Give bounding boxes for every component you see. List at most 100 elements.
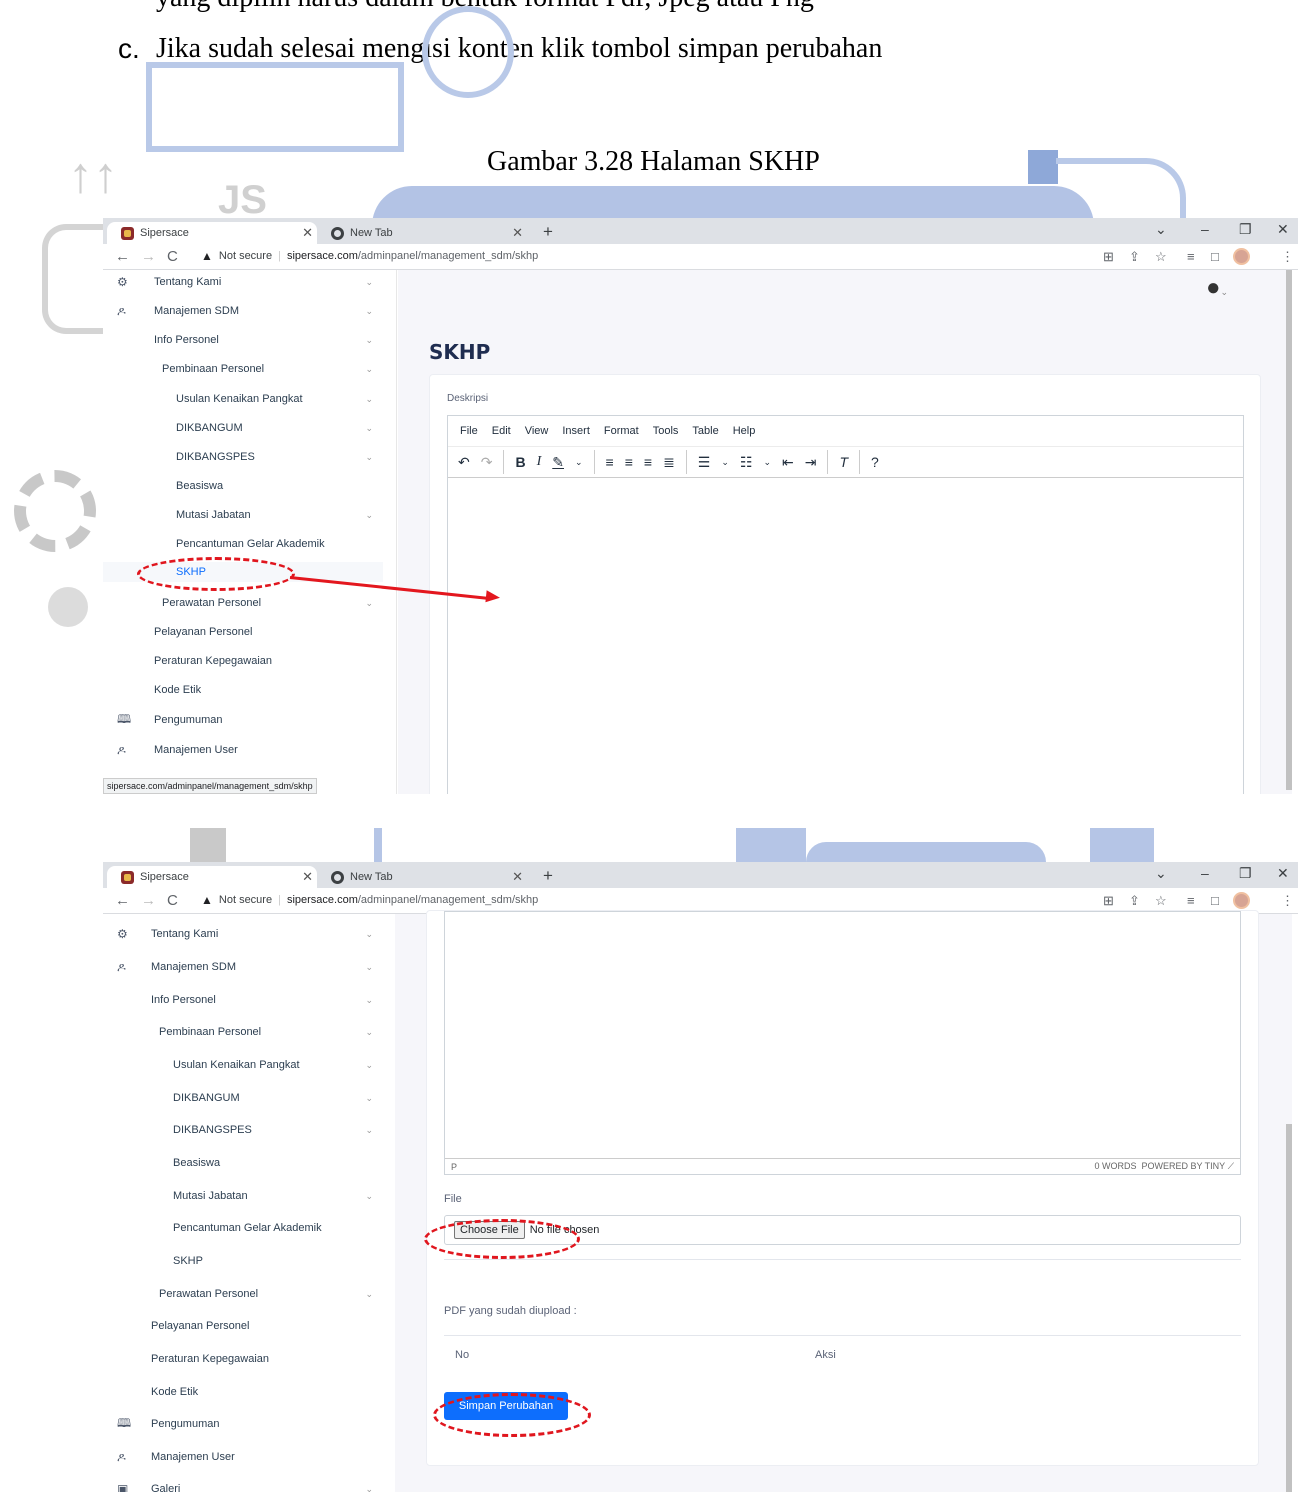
menu-dots-icon[interactable]: ⋮: [1281, 249, 1294, 265]
sidebar-item-dikbangspes[interactable]: DIKBANGSPES ⌄: [103, 449, 383, 465]
align-right-icon[interactable]: ≡: [644, 454, 652, 470]
tab-search-icon[interactable]: ⌄: [1155, 221, 1167, 238]
sidebar-item-galeri[interactable]: ▣ Galeri ⌄: [103, 1481, 383, 1492]
sidebar-item-manajemen-sdm[interactable]: ዶ Manajemen SDM ⌄: [103, 959, 383, 975]
reload-icon[interactable]: C: [167, 248, 178, 265]
sidebar-item-pembinaan-personel[interactable]: Pembinaan Personel ⌄: [103, 361, 383, 377]
resize-handle-icon[interactable]: ⟋: [1228, 1161, 1234, 1171]
align-justify-icon[interactable]: ≣: [663, 454, 675, 471]
bookmark-star-icon[interactable]: ☆: [1155, 893, 1167, 909]
menu-tools[interactable]: Tools: [653, 425, 679, 437]
sidebar-item-beasiswa[interactable]: Beasiswa: [103, 478, 383, 494]
back-icon[interactable]: ←: [115, 248, 130, 265]
indent-icon[interactable]: ⇥: [805, 454, 817, 471]
profile-avatar[interactable]: [1233, 248, 1250, 265]
undo-icon[interactable]: ↶: [458, 454, 470, 471]
sidebar-item-kode-etik[interactable]: Kode Etik: [103, 682, 383, 698]
italic-icon[interactable]: I: [537, 454, 542, 470]
close-window-icon[interactable]: ✕: [1277, 221, 1289, 238]
sidebar-item-pencantuman-gelar-akademik[interactable]: Pencantuman Gelar Akademik: [103, 1220, 383, 1236]
tab-sipersace[interactable]: Sipersace ✕: [107, 866, 317, 888]
outdent-icon[interactable]: ⇤: [782, 454, 794, 471]
restore-icon[interactable]: ❐: [1239, 221, 1252, 238]
tab-search-icon[interactable]: ⌄: [1155, 865, 1167, 882]
forward-icon[interactable]: →: [141, 248, 156, 265]
highlight-icon[interactable]: ✎: [552, 454, 564, 471]
side-panel-icon[interactable]: □: [1211, 249, 1219, 264]
sidebar-item-beasiswa[interactable]: Beasiswa: [103, 1155, 383, 1171]
powered-by-tiny[interactable]: POWERED BY TINY: [1141, 1161, 1225, 1171]
sidebar-item-dikbangum[interactable]: DIKBANGUM ⌄: [103, 420, 383, 436]
bullet-list-icon[interactable]: ☰: [698, 454, 711, 471]
menu-table[interactable]: Table: [692, 425, 718, 437]
align-left-icon[interactable]: ≡: [606, 454, 614, 470]
sidebar-item-skhp[interactable]: SKHP: [103, 1253, 383, 1269]
sidebar-item-peraturan-kepegawaian[interactable]: Peraturan Kepegawaian: [103, 653, 383, 669]
menu-format[interactable]: Format: [604, 425, 639, 437]
sidebar-item-tentang-kami[interactable]: ⚙ Tentang Kami ⌄: [103, 274, 383, 290]
share-icon[interactable]: ⇪: [1129, 249, 1140, 265]
new-tab-button[interactable]: +: [543, 222, 553, 242]
sidebar-item-manajemen-user[interactable]: ዶ Manajemen User: [103, 742, 383, 758]
reading-list-icon[interactable]: ≡: [1187, 893, 1195, 908]
profile-avatar[interactable]: [1233, 892, 1250, 909]
tab-new-tab[interactable]: New Tab ✕: [317, 222, 527, 244]
close-window-icon[interactable]: ✕: [1277, 865, 1289, 882]
sidebar-item-mutasi-jabatan[interactable]: Mutasi Jabatan ⌄: [103, 507, 383, 523]
sidebar-item-usulan-kenaikan-pangkat[interactable]: Usulan Kenaikan Pangkat ⌄: [103, 1057, 383, 1073]
align-center-icon[interactable]: ≡: [625, 454, 633, 470]
menu-file[interactable]: File: [460, 425, 478, 437]
restore-icon[interactable]: ❐: [1239, 865, 1252, 882]
sidebar-item-tentang-kami[interactable]: ⚙ Tentang Kami ⌄: [103, 926, 383, 942]
rich-text-editor[interactable]: P 0 WORDS POWERED BY TINY ⟋: [444, 911, 1241, 1175]
sidebar-item-usulan-kenaikan-pangkat[interactable]: Usulan Kenaikan Pangkat ⌄: [103, 391, 383, 407]
scrollbar[interactable]: [1286, 270, 1292, 790]
reading-list-icon[interactable]: ≡: [1187, 249, 1195, 264]
sidebar-item-dikbangspes[interactable]: DIKBANGSPES ⌄: [103, 1122, 383, 1138]
bold-icon[interactable]: B: [515, 454, 525, 470]
sidebar-item-pelayanan-personel[interactable]: Pelayanan Personel: [103, 624, 383, 640]
sidebar-item-peraturan-kepegawaian[interactable]: Peraturan Kepegawaian: [103, 1351, 383, 1367]
share-icon[interactable]: ⇪: [1129, 893, 1140, 909]
url-field[interactable]: ▲ Not secure | sipersace.com/adminpanel/man…: [201, 249, 538, 263]
menu-dots-icon[interactable]: ⋮: [1281, 893, 1294, 909]
translate-icon[interactable]: ⊞: [1103, 893, 1114, 909]
sidebar-item-manajemen-user[interactable]: ዶ Manajemen User: [103, 1449, 383, 1465]
sidebar-item-perawatan-personel[interactable]: Perawatan Personel ⌄: [103, 1286, 383, 1302]
chevron-down-icon[interactable]: ⌄: [575, 457, 583, 468]
menu-edit[interactable]: Edit: [492, 425, 511, 437]
new-tab-button[interactable]: +: [543, 866, 553, 886]
minimize-icon[interactable]: –: [1201, 865, 1209, 881]
sidebar-item-pelayanan-personel[interactable]: Pelayanan Personel: [103, 1318, 383, 1334]
close-tab-icon[interactable]: ✕: [512, 225, 523, 241]
sidebar-item-pembinaan-personel[interactable]: Pembinaan Personel ⌄: [103, 1024, 383, 1040]
sidebar-item-perawatan-personel[interactable]: Perawatan Personel ⌄: [103, 595, 383, 611]
scrollbar[interactable]: [1286, 1124, 1292, 1492]
bookmark-star-icon[interactable]: ☆: [1155, 249, 1167, 265]
sidebar-item-info-personel[interactable]: Info Personel ⌄: [103, 992, 383, 1008]
sidebar-item-pengumuman[interactable]: 🕮 Pengumuman: [103, 712, 383, 728]
minimize-icon[interactable]: –: [1201, 221, 1209, 237]
sidebar-item-manajemen-sdm[interactable]: ዶ Manajemen SDM ⌄: [103, 303, 383, 319]
close-tab-icon[interactable]: ✕: [512, 869, 523, 885]
reload-icon[interactable]: C: [167, 892, 178, 909]
help-icon[interactable]: ?: [871, 454, 879, 470]
menu-help[interactable]: Help: [733, 425, 756, 437]
menu-insert[interactable]: Insert: [562, 425, 590, 437]
side-panel-icon[interactable]: □: [1211, 893, 1219, 908]
close-tab-icon[interactable]: ✕: [302, 869, 313, 885]
sidebar-item-mutasi-jabatan[interactable]: Mutasi Jabatan ⌄: [103, 1188, 383, 1204]
menu-view[interactable]: View: [525, 425, 549, 437]
sidebar-item-pengumuman[interactable]: 🕮 Pengumuman: [103, 1416, 383, 1432]
numbered-list-icon[interactable]: ☷: [740, 454, 753, 471]
forward-icon[interactable]: →: [141, 892, 156, 909]
sidebar-item-pencantuman-gelar-akademik[interactable]: Pencantuman Gelar Akademik: [103, 536, 383, 552]
rich-text-editor[interactable]: File Edit View Insert Format Tools Table…: [447, 415, 1244, 794]
sidebar-item-dikbangum[interactable]: DIKBANGUM ⌄: [103, 1090, 383, 1106]
sidebar-item-info-personel[interactable]: Info Personel ⌄: [103, 332, 383, 348]
chevron-down-icon[interactable]: ⌄: [721, 457, 729, 468]
profile-icon[interactable]: ●⌄: [1206, 274, 1228, 302]
clear-format-icon[interactable]: T: [839, 454, 848, 470]
chevron-down-icon[interactable]: ⌄: [763, 457, 771, 468]
redo-icon[interactable]: ↷: [481, 454, 493, 471]
